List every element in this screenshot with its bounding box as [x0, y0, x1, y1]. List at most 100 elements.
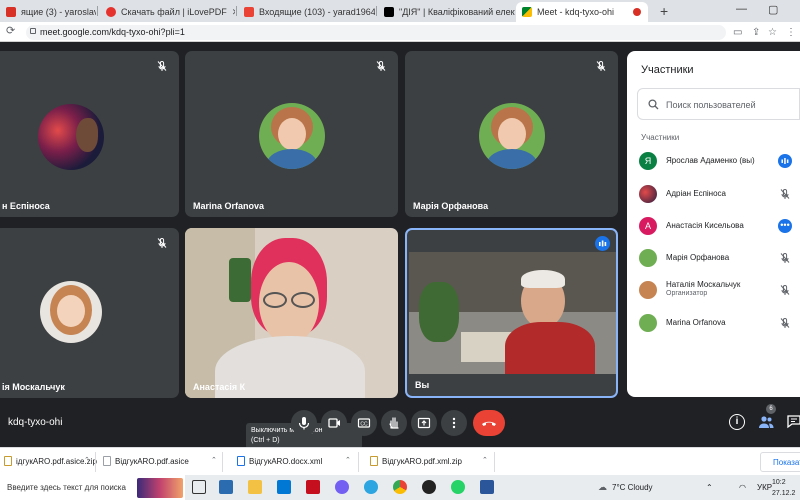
participant-name: Вы — [415, 380, 430, 390]
app-icon[interactable] — [219, 480, 233, 494]
chevron-up-icon[interactable]: ⌃ — [706, 483, 713, 492]
avatar: Я — [639, 152, 657, 170]
mic-off-icon[interactable] — [778, 251, 792, 265]
raise-hand-button[interactable] — [381, 410, 407, 436]
section-header: Участники — [641, 133, 680, 142]
chevron-up-icon[interactable]: ⌃ — [84, 456, 90, 464]
xml-file-icon — [237, 456, 245, 466]
reload-icon[interactable]: ⟳ — [6, 24, 15, 37]
participant-row[interactable]: А Анастасія Кисельова ••• — [639, 213, 800, 241]
download-item[interactable]: ідгукARO.pdf.asice.zip — [4, 456, 97, 466]
address-bar: ⟳ meet.google.com/kdq-tyxo-ohi?pli=1 ▭ ⇪… — [0, 22, 800, 42]
gmail-icon — [244, 7, 254, 17]
more-options-button[interactable] — [441, 410, 467, 436]
search-icon — [648, 99, 659, 110]
mic-off-icon — [157, 60, 167, 71]
word-icon[interactable] — [480, 480, 494, 494]
search-input[interactable]: Поиск пользователей — [637, 88, 800, 120]
minimize-icon[interactable]: — — [736, 3, 747, 15]
participant-tile[interactable]: ія Москальчук — [0, 228, 179, 398]
chevron-up-icon[interactable]: ⌃ — [482, 456, 488, 464]
mic-off-icon[interactable] — [778, 316, 792, 330]
taskbar-search-placeholder: Введите здесь текст для поиска — [7, 483, 126, 492]
participant-row[interactable]: Адріан Еспіноса — [639, 181, 800, 209]
meeting-code: kdq-tyxo-ohi — [8, 417, 63, 428]
panel-title: Участники — [641, 64, 694, 76]
download-item[interactable]: ВідгукARO.pdf.xml.zip — [370, 456, 462, 466]
app-icon[interactable] — [422, 480, 436, 494]
chevron-up-icon[interactable]: ⌃ — [345, 456, 351, 464]
tab-label: Скачать файл | iLovePDF — [121, 7, 227, 17]
participant-video-tile[interactable]: Анастасія К — [185, 228, 398, 398]
participant-row[interactable]: Наталія Москальчук Организатор — [639, 277, 800, 305]
meet-control-bar: kdq-tyxo-ohi CC i — [0, 405, 800, 445]
tab-diia[interactable]: "ДІЯ" | Кваліфікований електро ✕ — [378, 2, 515, 22]
tab-ilovepdf[interactable]: Скачать файл | iLovePDF ✕ — [100, 2, 235, 22]
meeting-info-icon[interactable]: i — [729, 414, 745, 430]
file-explorer-icon[interactable] — [248, 480, 262, 494]
tab-label: "ДІЯ" | Кваліфікований електро — [399, 7, 515, 17]
participant-tile[interactable]: Marina Orfanova — [185, 51, 398, 217]
chevron-up-icon[interactable]: ⌃ — [211, 456, 217, 464]
app-icon[interactable] — [451, 480, 465, 494]
task-view-icon[interactable] — [192, 480, 206, 494]
viber-icon[interactable] — [335, 480, 349, 494]
captions-icon: CC — [357, 418, 371, 428]
cast-icon[interactable]: ▭ — [733, 27, 742, 38]
tab-label: ящие (3) - yaroslav.adamen — [21, 7, 96, 17]
download-item[interactable]: ВідгукARO.pdf.asice — [103, 456, 189, 466]
more-options-icon[interactable]: ••• — [778, 219, 792, 233]
participant-name: Marina Orfanova — [193, 201, 265, 211]
mic-button[interactable] — [291, 410, 317, 436]
participant-tile[interactable]: Марія Орфанова — [405, 51, 618, 217]
wifi-icon[interactable]: ◠ — [739, 483, 746, 492]
self-video-tile[interactable]: Вы — [405, 228, 618, 398]
avatar — [639, 249, 657, 267]
phone-hangup-icon — [482, 421, 496, 426]
participant-tile[interactable]: н Еспіноса — [0, 51, 179, 217]
chrome-icon[interactable] — [393, 480, 407, 494]
chat-icon[interactable] — [786, 413, 800, 429]
end-call-button[interactable] — [473, 410, 505, 436]
gmail-icon — [6, 7, 16, 17]
download-filename: ВідгукARO.docx.xml — [249, 456, 323, 466]
new-tab-icon[interactable]: + — [660, 3, 668, 19]
bookmark-star-icon[interactable]: ☆ — [768, 27, 777, 38]
participant-row[interactable]: Marina Orfanova — [639, 310, 800, 338]
share-icon[interactable]: ⇪ — [752, 27, 760, 38]
hand-icon — [389, 417, 399, 429]
tab-gmail-1[interactable]: ящие (3) - yaroslav.adamen ✕ — [0, 2, 96, 22]
mic-off-icon[interactable] — [778, 283, 792, 297]
taskbar: Введите здесь текст для поиска ☁ 7°C Clo… — [0, 475, 800, 500]
tab-gmail-2[interactable]: Входящие (103) - yarad1964@g ✕ — [238, 2, 375, 22]
language-indicator[interactable]: УКР — [757, 483, 772, 492]
tab-meet[interactable]: Meet - kdq-tyxo-ohi ✕ — [516, 2, 648, 22]
people-icon[interactable] — [757, 413, 775, 431]
participant-name: Marina Orfanova — [666, 318, 726, 327]
camera-button[interactable] — [321, 410, 347, 436]
mic-icon — [298, 417, 310, 430]
participant-name: Адріан Еспіноса — [666, 189, 726, 198]
captions-button[interactable]: CC — [351, 410, 377, 436]
telegram-icon[interactable] — [364, 480, 378, 494]
speaking-indicator-icon — [595, 236, 610, 251]
zip-file-icon — [4, 456, 12, 466]
participant-row[interactable]: Я Ярослав Адаменко (вы) — [639, 148, 800, 176]
present-button[interactable] — [411, 410, 437, 436]
menu-icon[interactable]: ⋮ — [786, 27, 796, 38]
download-item[interactable]: ВідгукARO.docx.xml — [237, 456, 322, 466]
clock[interactable]: 10:2 27.12.2 — [772, 477, 795, 499]
mic-off-icon[interactable] — [778, 187, 792, 201]
close-icon[interactable]: ✕ — [232, 7, 235, 18]
show-all-downloads-button[interactable]: Показат — [760, 452, 800, 472]
url-field[interactable]: meet.google.com/kdq-tyxo-ohi?pli=1 — [26, 25, 726, 40]
weather-text[interactable]: 7°C Cloudy — [612, 483, 653, 492]
participant-row[interactable]: Марія Орфанова — [639, 245, 800, 273]
taskbar-search-input[interactable]: Введите здесь текст для поиска — [0, 475, 185, 500]
maximize-icon[interactable]: ▢ — [768, 3, 778, 16]
lock-icon[interactable] — [30, 28, 36, 34]
tab-label: Meet - kdq-tyxo-ohi — [537, 7, 615, 17]
app-icon[interactable] — [306, 480, 320, 494]
store-icon[interactable] — [277, 480, 291, 494]
browser-tab-strip: ящие (3) - yaroslav.adamen ✕ Скачать фай… — [0, 0, 800, 22]
